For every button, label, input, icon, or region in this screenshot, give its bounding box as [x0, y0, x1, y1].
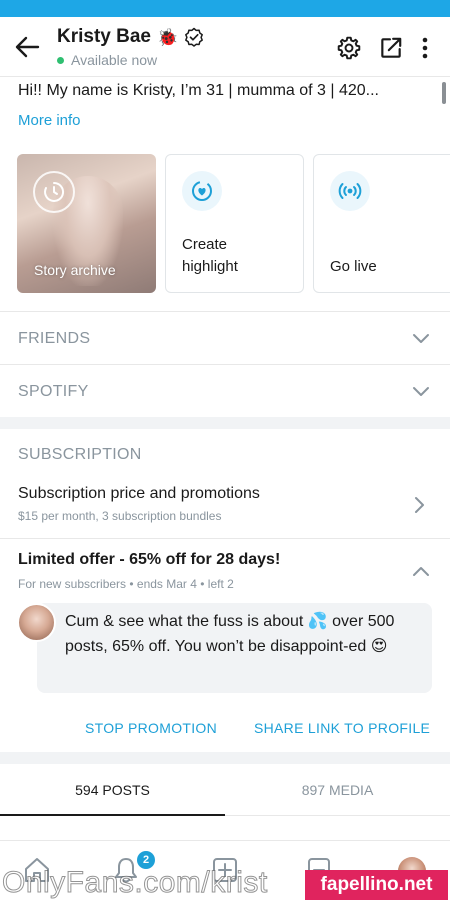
- section-gap: [0, 417, 450, 429]
- system-status-bar: [0, 0, 450, 17]
- bio-scrollbar[interactable]: [442, 82, 446, 104]
- broadcast-icon: [330, 171, 370, 211]
- heart-plus-icon: [182, 171, 222, 211]
- chevron-right-icon[interactable]: [414, 496, 426, 514]
- stop-promotion-button[interactable]: STOP PROMOTION: [85, 720, 217, 736]
- offer-title: Limited offer - 65% off for 28 days!: [18, 551, 281, 568]
- chevron-down-icon[interactable]: [412, 333, 430, 345]
- profile-bio: Hi!! My name is Kristy, I’m 31 | mumma o…: [18, 82, 379, 99]
- offer-message-bubble: Cum & see what the fuss is about 💦 over …: [37, 603, 432, 693]
- section-gap: [0, 752, 450, 764]
- story-archive-label: Story archive: [34, 262, 116, 278]
- offer-meta: For new subscribers • ends Mar 4 • left …: [18, 577, 234, 591]
- online-dot: [57, 56, 64, 64]
- more-info-link[interactable]: More info: [18, 112, 81, 129]
- offer-message: Cum & see what the fuss is about 💦 over …: [65, 613, 395, 655]
- more-vertical-icon[interactable]: [414, 35, 436, 61]
- availability-status: Available now: [71, 52, 158, 68]
- back-arrow-icon[interactable]: [14, 35, 40, 59]
- avatar: [17, 603, 56, 642]
- subscription-price-desc: $15 per month, 3 subscription bundles: [18, 509, 222, 523]
- chevron-down-icon[interactable]: [412, 386, 430, 398]
- verified-badge-icon: [185, 27, 204, 47]
- divider: [0, 538, 450, 539]
- tab-posts[interactable]: 594 POSTS: [0, 764, 225, 816]
- divider: [0, 311, 450, 312]
- profile-name: Kristy Bae: [57, 26, 151, 47]
- brand-watermark: fapellino.net: [305, 870, 448, 900]
- chevron-up-icon[interactable]: [412, 565, 430, 577]
- clock-archive-icon: [33, 171, 75, 213]
- spotify-section-title[interactable]: SPOTIFY: [18, 383, 89, 401]
- friends-section-title[interactable]: FRIENDS: [18, 330, 90, 348]
- create-highlight-card[interactable]: Create highlight: [165, 154, 304, 293]
- profile-title: Kristy Bae 🐞 Available now: [57, 25, 204, 68]
- story-archive-card[interactable]: Story archive: [17, 154, 156, 293]
- subscription-price-link[interactable]: Subscription price and promotions: [18, 485, 260, 503]
- share-link-button[interactable]: SHARE LINK TO PROFILE: [254, 720, 430, 736]
- ladybug-emoji: 🐞: [157, 27, 179, 47]
- profile-header: Kristy Bae 🐞 Available now: [0, 17, 450, 77]
- settings-gear-icon[interactable]: [336, 35, 362, 61]
- subscription-section-title: SUBSCRIPTION: [18, 446, 142, 463]
- watermark-text: OnlyFans.com/krist: [2, 866, 268, 900]
- divider: [0, 364, 450, 365]
- share-external-icon[interactable]: [378, 35, 404, 61]
- go-live-label: Go live: [330, 258, 377, 275]
- create-highlight-label-line2: highlight: [182, 258, 238, 275]
- tab-media[interactable]: 897 MEDIA: [225, 764, 450, 816]
- create-highlight-label-line1: Create: [182, 236, 228, 253]
- go-live-card[interactable]: Go live: [313, 154, 450, 293]
